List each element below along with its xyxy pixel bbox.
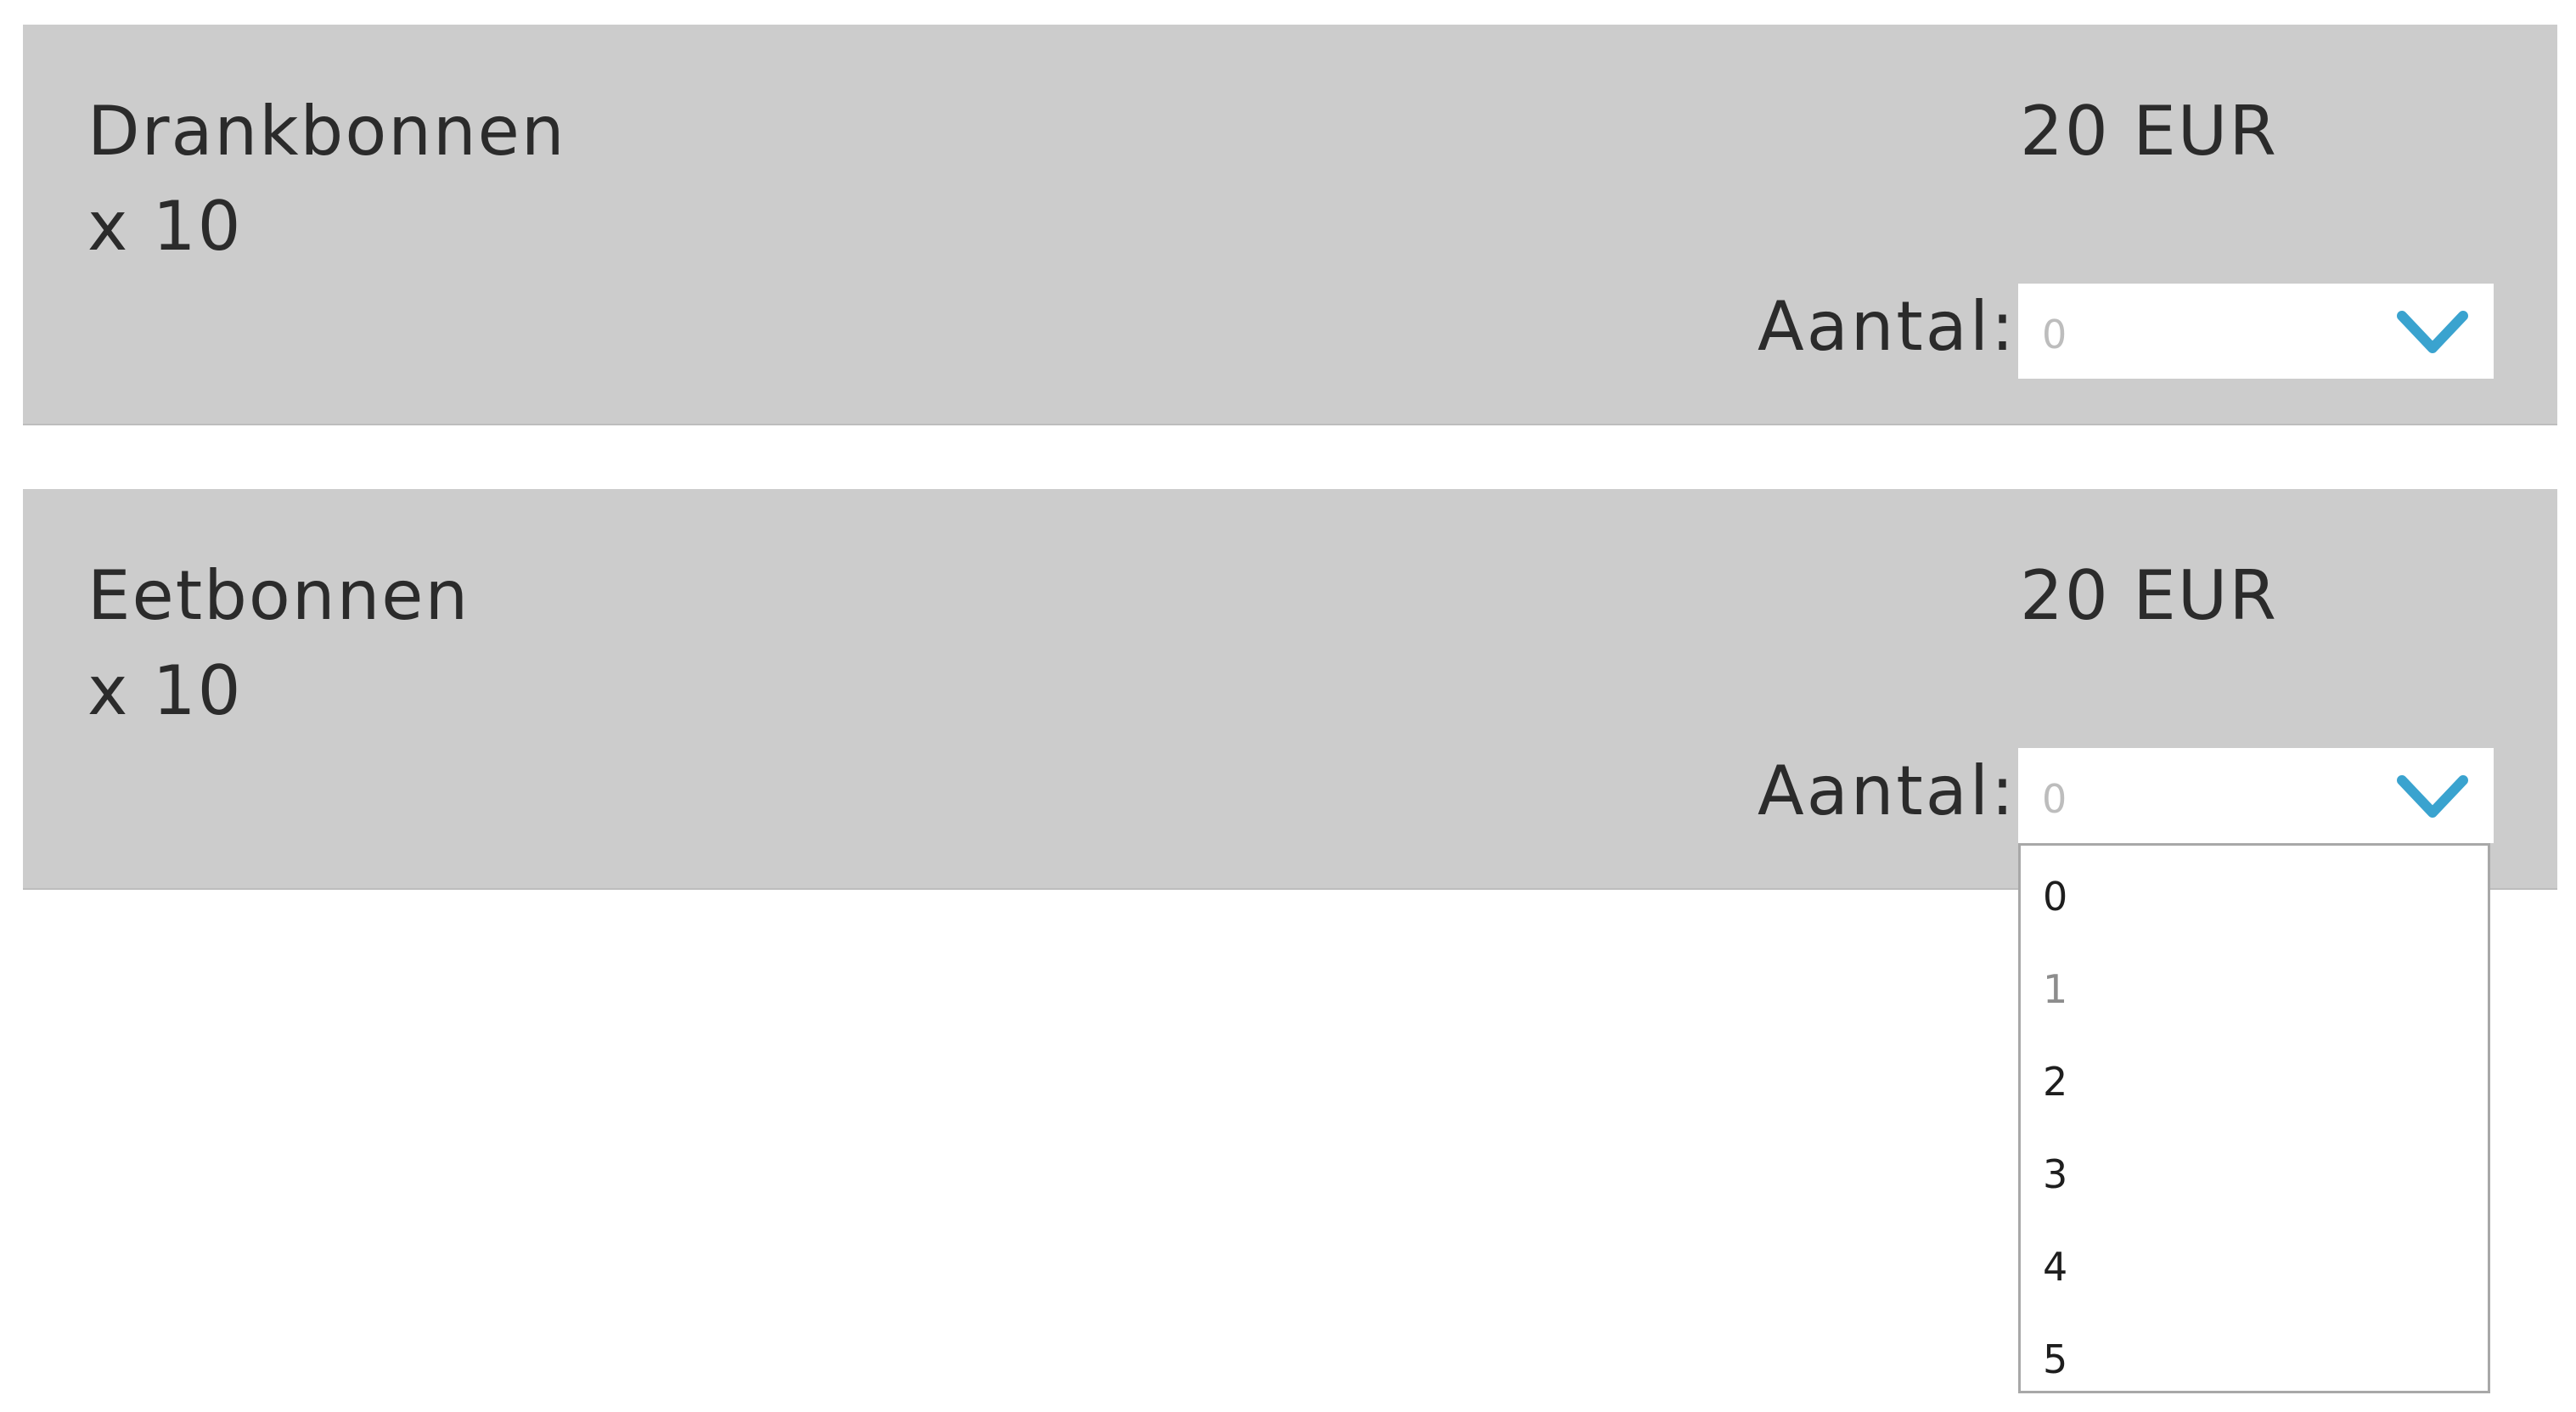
product-multiplier: x 10 (87, 651, 243, 730)
quantity-select[interactable]: 0 (2018, 284, 2494, 379)
dropdown-option-1[interactable]: 1 (2021, 943, 2488, 1036)
product-multiplier: x 10 (87, 187, 243, 266)
product-name: Eetbonnen x 10 (87, 548, 470, 739)
quantity-dropdown-list: 0 1 2 3 4 5 (2018, 843, 2490, 1393)
quantity-label: Aantal: (1757, 751, 2016, 830)
dropdown-option-4[interactable]: 4 (2021, 1221, 2488, 1314)
dropdown-option-0[interactable]: 0 (2021, 851, 2488, 943)
quantity-label: Aantal: (1757, 287, 2016, 366)
product-card-eetbonnen: Eetbonnen x 10 20 EUR Aantal: 0 (23, 489, 2557, 890)
product-title: Drankbonnen (87, 92, 566, 171)
dropdown-option-2[interactable]: 2 (2021, 1036, 2488, 1128)
quantity-select-value: 0 (2042, 776, 2067, 822)
chevron-down-icon (2397, 775, 2468, 818)
dropdown-option-5[interactable]: 5 (2021, 1314, 2488, 1391)
dropdown-option-3[interactable]: 3 (2021, 1128, 2488, 1221)
quantity-select[interactable]: 0 (2018, 748, 2494, 843)
product-card-drankbonnen: Drankbonnen x 10 20 EUR Aantal: 0 (23, 25, 2557, 425)
quantity-select-value: 0 (2042, 312, 2067, 357)
product-price: 20 EUR (2020, 556, 2278, 635)
product-title: Eetbonnen (87, 556, 470, 635)
product-name: Drankbonnen x 10 (87, 84, 566, 274)
product-price: 20 EUR (2020, 92, 2278, 171)
chevron-down-icon (2397, 311, 2468, 353)
ticket-order-page: Drankbonnen x 10 20 EUR Aantal: 0 Eetbon… (0, 0, 2576, 1412)
